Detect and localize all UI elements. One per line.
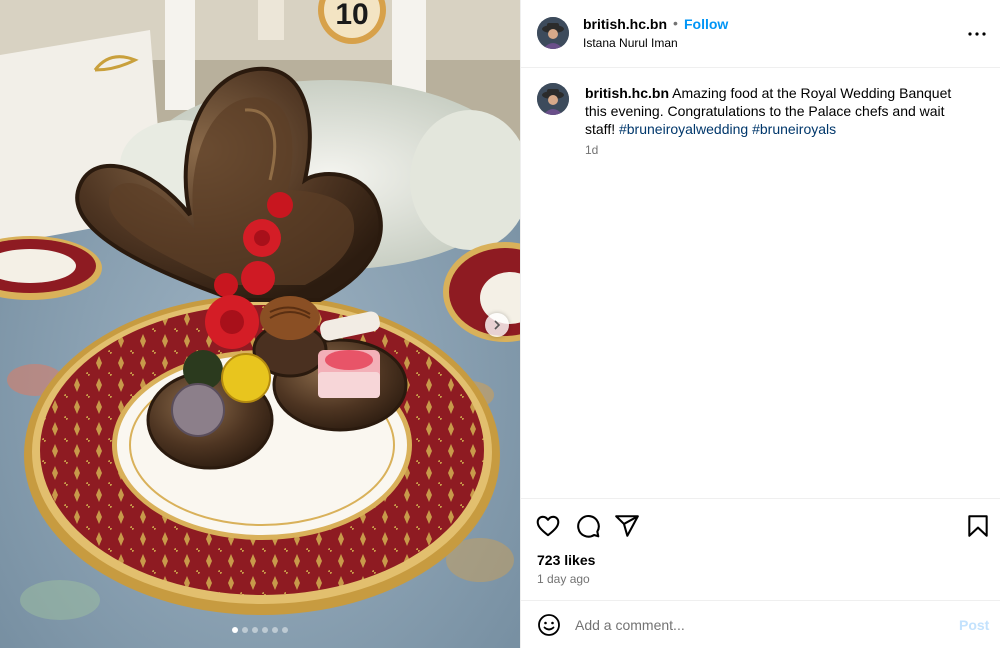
post-header: british.hc.bn • Follow Istana Nurul Iman (521, 0, 1000, 68)
post-photo[interactable]: 10 (0, 0, 520, 648)
carousel-dot (242, 627, 248, 633)
follow-button[interactable]: Follow (684, 16, 728, 32)
post-sidebar: british.hc.bn • Follow Istana Nurul Iman… (520, 0, 1000, 648)
separator-dot: • (673, 15, 678, 31)
avatar[interactable] (537, 17, 569, 49)
location-link[interactable]: Istana Nurul Iman (583, 36, 678, 50)
profile-picture (537, 17, 569, 49)
post-comment-button[interactable]: Post (959, 617, 989, 633)
post-timestamp: 1 day ago (537, 572, 590, 586)
comment-bar: Post (521, 600, 1000, 648)
carousel-dot (262, 627, 268, 633)
carousel-indicator (0, 627, 520, 633)
carousel-dot (282, 627, 288, 633)
emoji-icon[interactable] (537, 613, 561, 637)
profile-picture (537, 83, 569, 115)
chevron-right-icon (494, 320, 501, 330)
hashtag-link[interactable]: #bruneiroyals (752, 121, 836, 137)
caption-text: british.hc.bn Amazing food at the Royal … (585, 84, 965, 138)
like-count[interactable]: 723 likes (537, 552, 595, 568)
more-options-icon[interactable] (965, 22, 989, 46)
dessert-photo-illustration: 10 (0, 0, 520, 648)
share-icon[interactable] (614, 513, 640, 539)
carousel-dot (232, 627, 238, 633)
carousel-dot (252, 627, 258, 633)
comment-input[interactable] (575, 613, 935, 637)
caption-timestamp[interactable]: 1d (585, 143, 598, 157)
bookmark-icon[interactable] (965, 513, 991, 539)
caption-username[interactable]: british.hc.bn (585, 85, 669, 101)
caption-area: british.hc.bn Amazing food at the Royal … (521, 68, 1000, 498)
action-bar (521, 498, 1000, 544)
next-image-button[interactable] (485, 313, 509, 337)
table-number: 10 (335, 0, 368, 31)
hashtag-link[interactable]: #bruneiroyalwedding (619, 121, 748, 137)
username-link[interactable]: british.hc.bn (583, 16, 667, 32)
heart-icon[interactable] (535, 513, 561, 539)
carousel-dot (272, 627, 278, 633)
avatar[interactable] (537, 83, 569, 115)
comment-icon[interactable] (575, 513, 601, 539)
